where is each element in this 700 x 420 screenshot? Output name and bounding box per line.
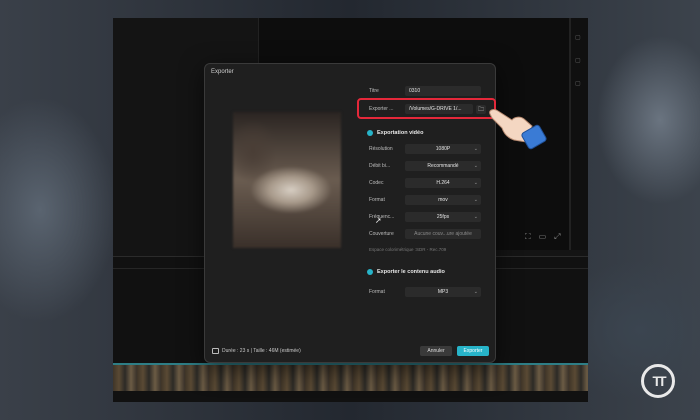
properties-panel: ▢ ▢ ▢: [570, 18, 588, 250]
resolution-value: 1080P: [435, 146, 451, 152]
framerate-value: 25fps: [436, 214, 450, 220]
ratio-icon[interactable]: ▭: [539, 232, 547, 242]
cancel-button[interactable]: Annuler: [420, 346, 452, 356]
mouse-cursor-icon: ➚: [375, 216, 382, 225]
video-section-label: Exportation vidéo: [377, 130, 424, 136]
cover-button[interactable]: Aucune couv...ure ajoutée: [405, 229, 481, 239]
cover-label: Couverture: [369, 231, 394, 237]
chevron-down-icon: ⌄: [473, 146, 478, 152]
checkbox-checked-icon[interactable]: [367, 130, 373, 136]
codec-label: Codec: [369, 180, 384, 186]
resolution-row: Résolution: [369, 144, 405, 154]
video-thumbnail: [233, 112, 341, 248]
checkbox-checked-icon[interactable]: [367, 269, 373, 275]
resolution-select[interactable]: 1080P ⌄: [405, 144, 481, 154]
format-row: Format: [369, 195, 405, 205]
bitrate-select[interactable]: Recommandé ⌄: [405, 161, 481, 171]
codec-select[interactable]: H.264 ⌄: [405, 178, 481, 188]
dialog-title: Exporter: [211, 69, 234, 75]
preview-toolbar: ⛶ ▭ ⤢: [525, 232, 561, 242]
film-icon: [212, 348, 219, 354]
timeline-clip[interactable]: [113, 363, 588, 391]
title-row: Titre: [369, 86, 405, 96]
audio-format-select[interactable]: MP3 ⌄: [405, 287, 481, 297]
chevron-down-icon: ⌄: [473, 180, 478, 186]
bitrate-label: Débit bi...: [369, 163, 391, 169]
chevron-down-icon: ⌄: [473, 197, 478, 203]
chevron-down-icon: ⌄: [473, 163, 478, 169]
audio-format-row: Format: [369, 287, 405, 297]
bitrate-row: Débit bi...: [369, 161, 405, 171]
audio-export-section[interactable]: Exporter le contenu audio: [367, 269, 445, 275]
export-button[interactable]: Exporter: [457, 346, 489, 356]
format-label: Format: [369, 197, 385, 203]
fullscreen-icon[interactable]: ⤢: [554, 232, 560, 242]
panel-mark: ▢: [575, 81, 581, 87]
format-value: mov: [438, 197, 448, 203]
format-select[interactable]: mov ⌄: [405, 195, 481, 205]
codec-value: H.264: [436, 180, 450, 186]
export-info: Durée : 23 s | Taille : 46M (estimée): [212, 348, 301, 354]
pointing-hand-icon: [489, 109, 547, 150]
export-info-text: Durée : 23 s | Taille : 46M (estimée): [222, 348, 301, 354]
video-export-section[interactable]: Exportation vidéo: [367, 130, 423, 136]
export-path-highlight: [357, 98, 496, 119]
framerate-select[interactable]: 25fps ⌄: [405, 212, 481, 222]
resolution-label: Résolution: [369, 146, 393, 152]
panel-mark: ▢: [575, 35, 581, 41]
title-input[interactable]: 0310: [405, 86, 481, 96]
chevron-down-icon: ⌄: [473, 289, 478, 295]
panel-mark: ▢: [575, 58, 581, 64]
codec-row: Codec: [369, 178, 405, 188]
audio-format-label: Format: [369, 289, 385, 295]
bitrate-value: Recommandé: [427, 163, 459, 169]
audio-format-value: MP3: [437, 289, 449, 295]
cover-row: Couverture: [369, 229, 405, 239]
logo-text: TT: [652, 373, 666, 389]
fit-icon[interactable]: ⛶: [525, 232, 531, 242]
chevron-down-icon: ⌄: [473, 214, 478, 220]
color-space-note: Espace colorimétrique :SDR - Rec.709: [369, 247, 447, 252]
logo: TT: [641, 364, 675, 398]
audio-section-label: Exporter le contenu audio: [377, 269, 445, 275]
title-label: Titre: [369, 88, 379, 94]
